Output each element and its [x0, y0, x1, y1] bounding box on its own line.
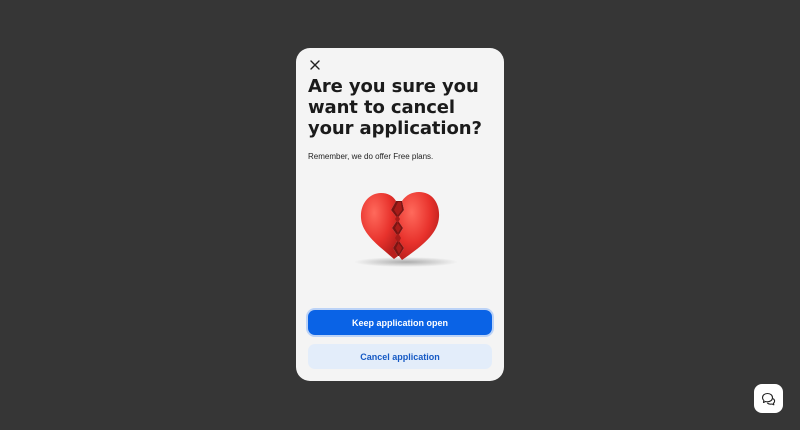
broken-heart-illustration	[354, 186, 464, 272]
dialog-title: Are you sure you want to cancel your app…	[308, 76, 482, 139]
cancel-application-dialog: Are you sure you want to cancel your app…	[296, 48, 504, 381]
chat-bubbles-icon	[761, 392, 776, 405]
broken-heart-icon	[354, 192, 458, 267]
close-icon	[310, 60, 320, 70]
cancel-application-button[interactable]: Cancel application	[308, 344, 492, 369]
dialog-subtitle: Remember, we do offer Free plans.	[308, 152, 434, 161]
close-button[interactable]	[306, 56, 324, 74]
keep-application-open-button[interactable]: Keep application open	[308, 310, 492, 335]
chat-widget-button[interactable]	[754, 384, 783, 413]
